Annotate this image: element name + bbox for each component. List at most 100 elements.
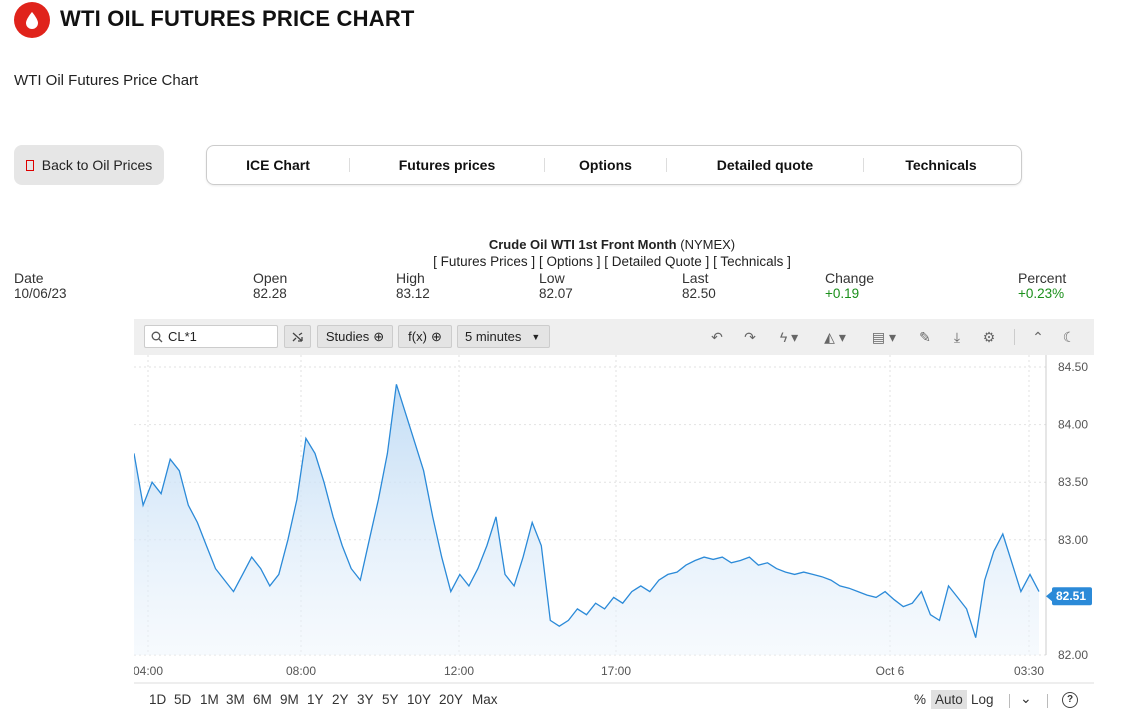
- download-icon[interactable]: ⤓: [948, 328, 966, 346]
- quote-value: +0.19: [825, 286, 860, 301]
- quote-low: Low 82.07: [539, 270, 573, 302]
- fx-label: f(x): [408, 329, 427, 344]
- chart-type-icon[interactable]: ◭ ▾: [820, 328, 850, 346]
- tab-options[interactable]: Options: [545, 146, 666, 184]
- tab-ice-chart[interactable]: ICE Chart: [207, 146, 349, 184]
- redo-icon[interactable]: ↷: [741, 328, 759, 346]
- range-button[interactable]: 20Y: [439, 692, 463, 707]
- range-button[interactable]: 1D: [149, 692, 166, 707]
- studies-button[interactable]: Studies ⊕: [317, 325, 393, 348]
- last-price-label: 82.51: [1056, 589, 1086, 603]
- quote-label: Open: [253, 270, 288, 286]
- studies-label: Studies: [325, 329, 370, 344]
- page-title: WTI OIL FUTURES PRICE CHART: [60, 6, 415, 31]
- plus-circle-icon: ⊕: [373, 328, 385, 344]
- quote-links: [ Futures Prices ] [ Options ] [ Detaile…: [50, 254, 1124, 269]
- y-tick-label: 83.00: [1058, 533, 1088, 547]
- quote-high: High 83.12: [396, 270, 430, 302]
- tab-futures-prices[interactable]: Futures prices: [350, 146, 544, 184]
- quote-label: Last: [682, 270, 709, 286]
- range-button[interactable]: Max: [472, 692, 498, 707]
- quote-value: 82.07: [539, 286, 573, 301]
- collapse-icon[interactable]: ⌃: [1029, 328, 1047, 346]
- quote-tabs: ICE Chart Futures prices Options Detaile…: [206, 145, 1022, 185]
- plus-circle-icon: ⊕: [430, 328, 442, 344]
- link-futures-prices[interactable]: [ Futures Prices ]: [433, 254, 535, 269]
- range-button[interactable]: 6M: [253, 692, 272, 707]
- undo-icon[interactable]: ↶: [708, 328, 726, 346]
- x-tick-label: 17:00: [601, 664, 631, 678]
- price-chart-svg: 84.50 84.00 83.50 83.00 82.00 04:00 08:00 12:00…: [133, 355, 1094, 684]
- interval-select[interactable]: 5 minutes ▼: [457, 325, 550, 348]
- x-tick-label: 04:00: [134, 664, 163, 678]
- quote-value: 82.50: [682, 286, 716, 301]
- quote-change: Change +0.19: [825, 270, 874, 302]
- range-divider: [1047, 694, 1048, 708]
- double-chevron-down-icon[interactable]: ⌄: [1020, 690, 1032, 707]
- interval-label: 5 minutes: [465, 329, 522, 344]
- toolbar-divider: [1014, 329, 1015, 345]
- quote-value: 10/06/23: [14, 286, 67, 301]
- quote-value: 82.28: [253, 286, 287, 301]
- range-bar: 1D 5D 1M 3M 6M 9M 1Y 2Y 3Y 5Y 10Y 20Y Max % Auto Log…: [134, 688, 1094, 712]
- last-price-marker: 82.51: [1046, 587, 1092, 606]
- quote-value: +0.23%: [1018, 286, 1065, 301]
- range-button[interactable]: 1Y: [307, 692, 324, 707]
- symbol-search-input[interactable]: CL*1: [144, 325, 278, 348]
- link-options[interactable]: [ Options ]: [539, 254, 601, 269]
- back-button-label: Back to Oil Prices: [41, 157, 153, 173]
- compare-button[interactable]: [284, 325, 311, 348]
- quote-label: High: [396, 270, 425, 286]
- x-tick-label: 12:00: [444, 664, 474, 678]
- quote-label: Percent: [1018, 270, 1067, 286]
- auto-scale-button[interactable]: Auto: [931, 690, 967, 709]
- link-detailed-quote[interactable]: [ Detailed Quote ]: [604, 254, 709, 269]
- back-to-oil-prices-button[interactable]: Back to Oil Prices: [14, 145, 164, 185]
- quote-date: Date 10/06/23: [14, 270, 67, 302]
- x-tick-label: Oct 6: [876, 664, 905, 678]
- shuffle-icon: [292, 331, 303, 342]
- instrument-heading: Crude Oil WTI 1st Front Month (NYMEX): [50, 237, 1124, 252]
- quote-percent: Percent +0.23%: [1018, 270, 1066, 302]
- lightning-icon[interactable]: ϟ ▾: [774, 328, 804, 346]
- symbol-value: CL*1: [168, 329, 197, 344]
- y-tick-label: 84.00: [1058, 418, 1088, 432]
- range-button[interactable]: 1M: [200, 692, 219, 707]
- chart-toolbar: CL*1 Studies ⊕ f(x) ⊕ 5 minutes ▼ ↶ ↷ ϟ …: [134, 319, 1094, 355]
- instrument-name: Crude Oil WTI 1st Front Month: [488, 237, 677, 252]
- range-button[interactable]: 2Y: [332, 692, 349, 707]
- price-chart[interactable]: 84.50 84.00 83.50 83.00 82.00 04:00 08:00 12:00…: [133, 355, 1094, 685]
- tab-detailed-quote[interactable]: Detailed quote: [667, 146, 863, 184]
- range-button[interactable]: 3Y: [357, 692, 374, 707]
- x-tick-label: 08:00: [286, 664, 316, 678]
- quote-label: Change: [825, 270, 875, 286]
- quote-last: Last 82.50: [682, 270, 716, 302]
- fx-button[interactable]: f(x) ⊕: [398, 325, 452, 348]
- range-button[interactable]: 3M: [226, 692, 245, 707]
- oil-drop-icon: [14, 2, 50, 38]
- tab-technicals[interactable]: Technicals: [864, 146, 1018, 184]
- gear-icon[interactable]: ⚙: [980, 328, 998, 346]
- back-icon: [25, 159, 34, 171]
- range-divider: [1009, 694, 1010, 708]
- percent-scale-button[interactable]: %: [914, 692, 926, 707]
- layout-icon[interactable]: ▤ ▾: [869, 328, 899, 346]
- range-button[interactable]: 5Y: [382, 692, 399, 707]
- chevron-down-icon: ▼: [531, 331, 541, 342]
- x-tick-label: 03:30: [1014, 664, 1044, 678]
- exchange-name: (NYMEX): [680, 237, 736, 252]
- range-button[interactable]: 10Y: [407, 692, 431, 707]
- y-tick-label: 82.00: [1058, 648, 1088, 662]
- range-button[interactable]: 5D: [174, 692, 191, 707]
- quote-value: 83.12: [396, 286, 430, 301]
- dark-mode-icon[interactable]: ☾: [1060, 328, 1078, 346]
- quote-label: Date: [14, 270, 44, 286]
- y-tick-label: 84.50: [1058, 360, 1088, 374]
- link-technicals[interactable]: [ Technicals ]: [713, 254, 791, 269]
- search-icon: [151, 331, 163, 342]
- help-icon[interactable]: ?: [1062, 692, 1078, 708]
- quote-open: Open 82.28: [253, 270, 287, 302]
- range-button[interactable]: 9M: [280, 692, 299, 707]
- log-scale-button[interactable]: Log: [971, 692, 994, 707]
- pencil-icon[interactable]: ✎: [916, 328, 934, 346]
